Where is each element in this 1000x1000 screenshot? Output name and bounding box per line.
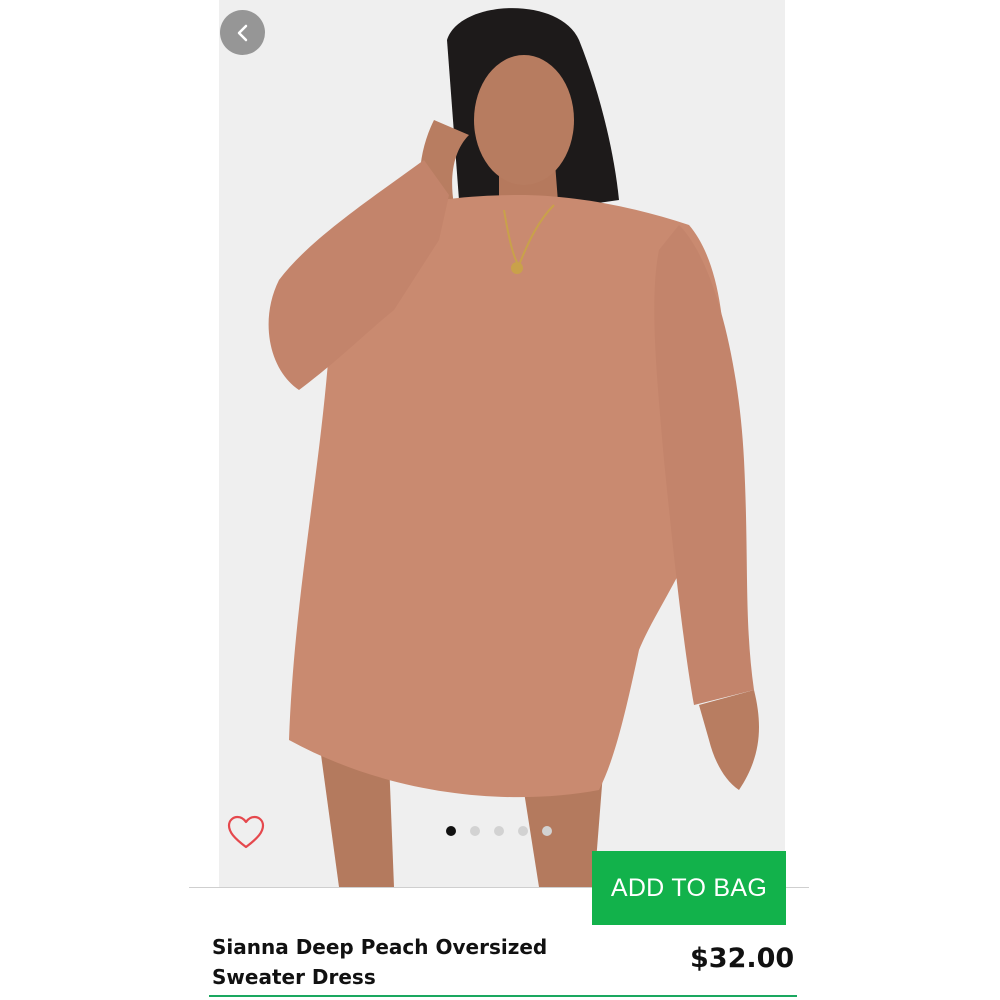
add-to-bag-button[interactable]: ADD TO BAG	[592, 851, 786, 925]
product-price: $32.00	[690, 943, 795, 974]
product-title: Sianna Deep Peach Oversized Sweater Dres…	[212, 932, 572, 992]
carousel-dot-2[interactable]	[470, 826, 480, 836]
product-title-line-2: Sweater Dress	[212, 965, 376, 989]
back-button[interactable]	[220, 10, 265, 55]
product-title-line-1: Sianna Deep Peach Oversized	[212, 935, 548, 959]
bottom-divider	[209, 995, 797, 997]
product-image[interactable]	[219, 0, 785, 887]
favorite-button[interactable]	[226, 813, 266, 853]
carousel-indicator	[446, 826, 552, 836]
carousel-dot-4[interactable]	[518, 826, 528, 836]
heart-outline-icon	[227, 815, 265, 849]
carousel-dot-1[interactable]	[446, 826, 456, 836]
carousel-dot-5[interactable]	[542, 826, 552, 836]
chevron-left-icon	[237, 24, 247, 41]
carousel-dot-3[interactable]	[494, 826, 504, 836]
product-photo	[219, 0, 785, 887]
